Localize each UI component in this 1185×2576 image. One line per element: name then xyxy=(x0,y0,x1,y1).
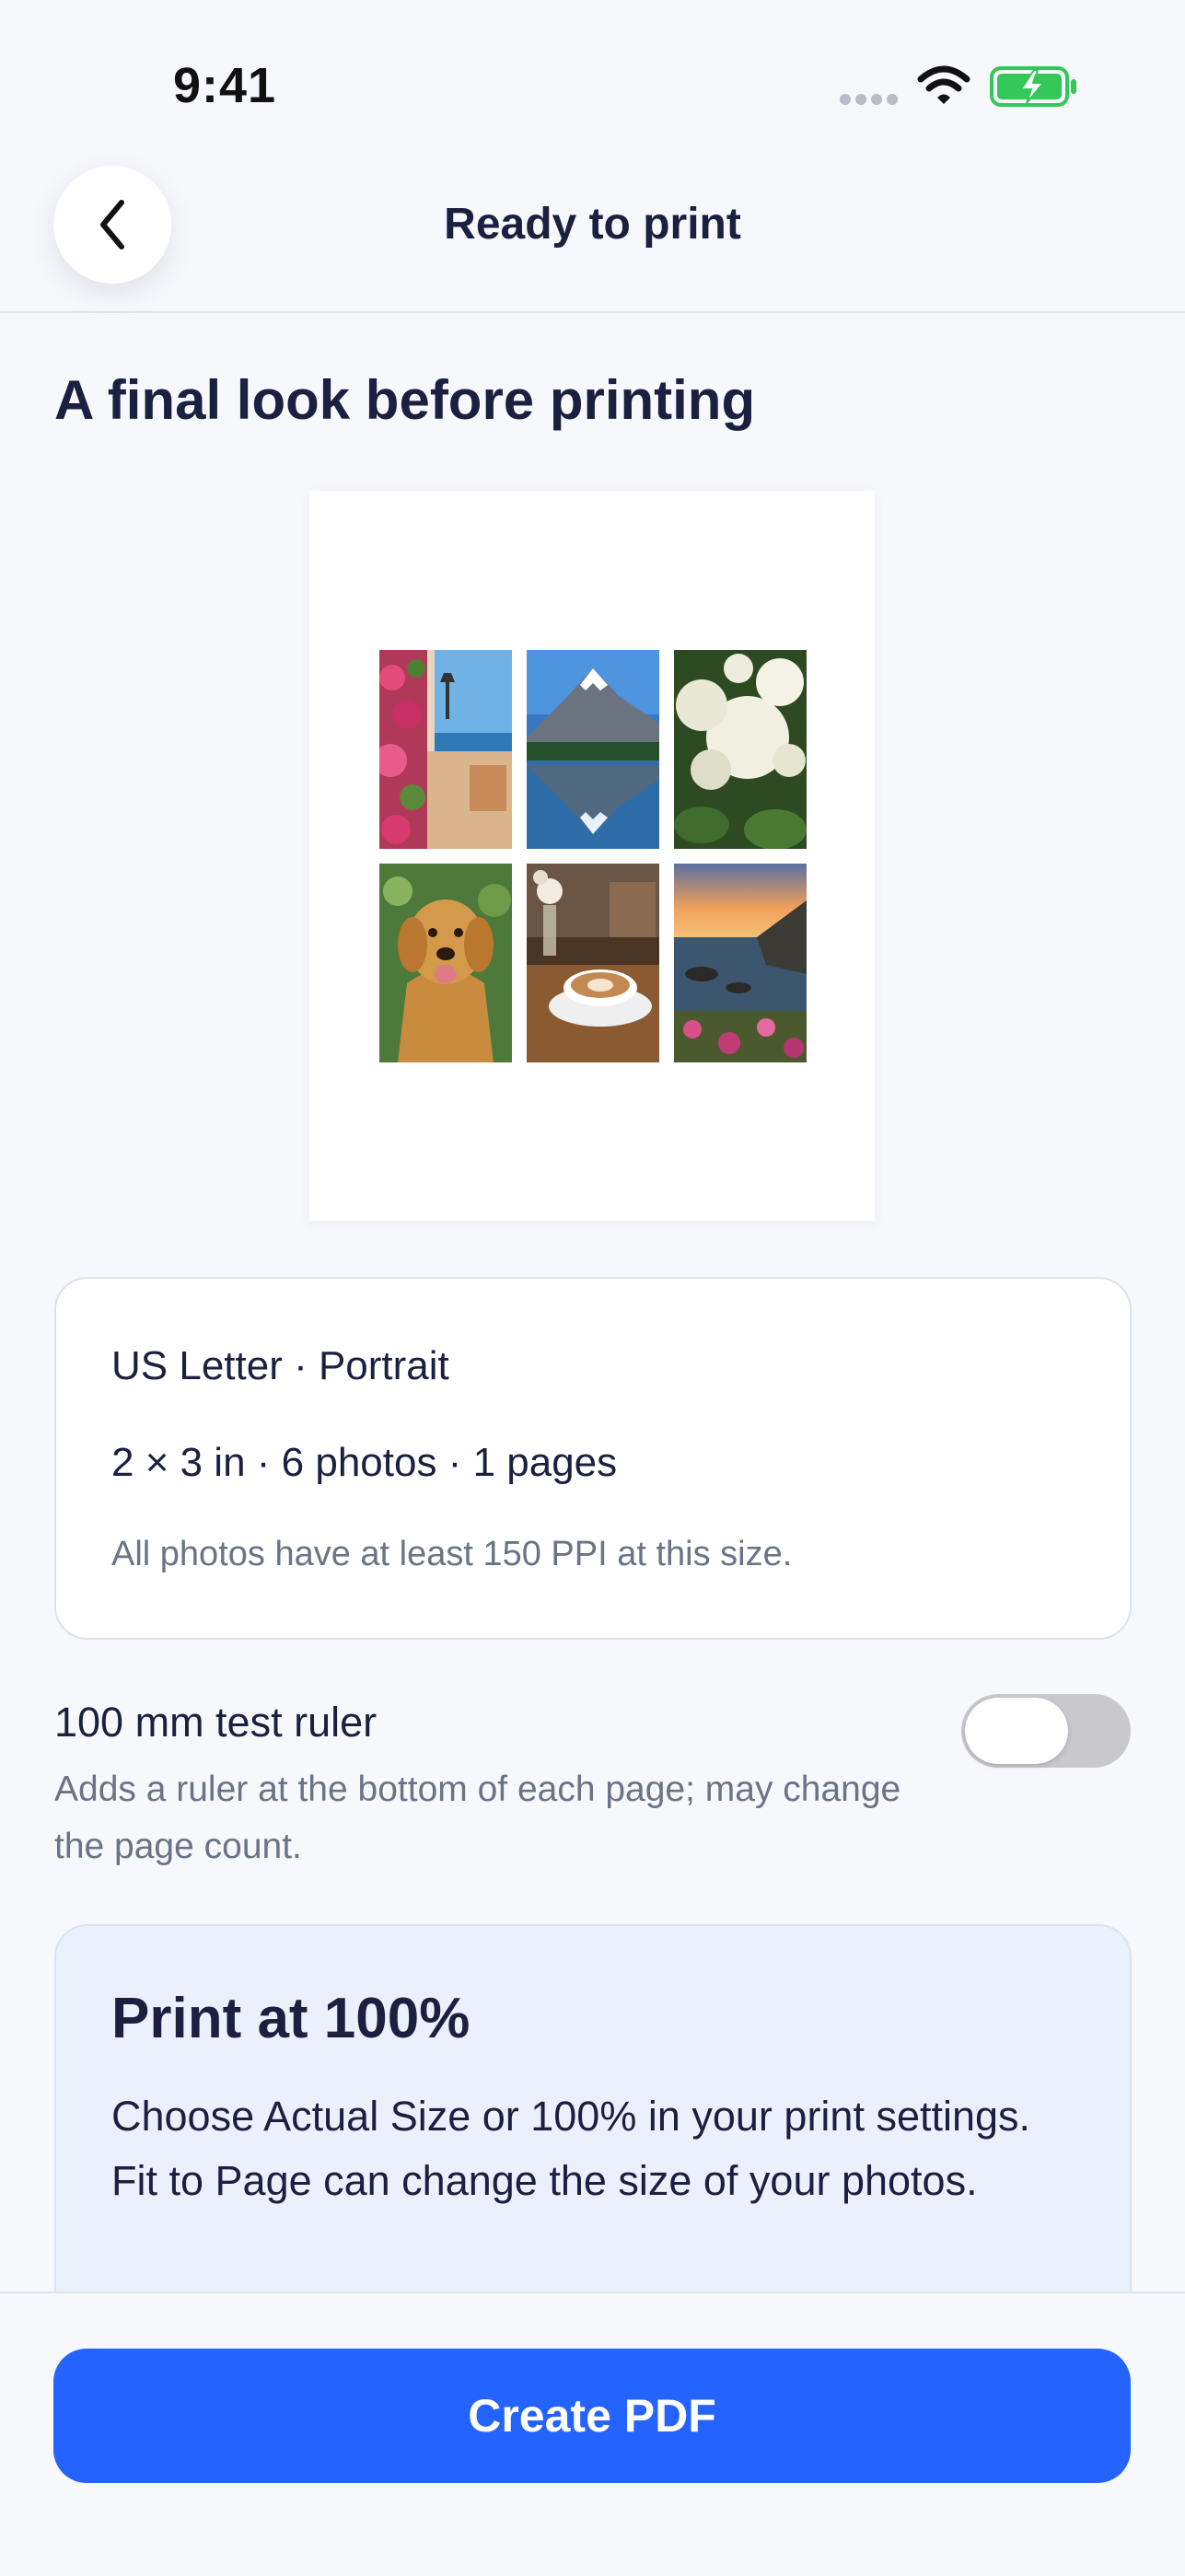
section-heading: A final look before printing xyxy=(54,369,756,431)
flowered-alley-photo xyxy=(379,650,512,849)
photo-grid xyxy=(379,650,807,1062)
navigation-bar: Ready to print xyxy=(0,157,1185,313)
latte-coffee-photo xyxy=(527,864,659,1062)
coastal-sunset-photo xyxy=(674,864,807,1062)
paper-size-text: US Letter · Portrait xyxy=(111,1343,449,1388)
print-tip-title: Print at 100% xyxy=(111,1987,471,2050)
wifi-icon xyxy=(917,65,970,104)
golden-retriever-photo xyxy=(379,864,512,1062)
test-ruler-toggle[interactable] xyxy=(961,1694,1131,1768)
page-title: Ready to print xyxy=(444,200,741,249)
mountain-lake-photo xyxy=(527,650,659,849)
print-summary-card: US Letter · Portrait 2 × 3 in · 6 photos… xyxy=(54,1277,1132,1640)
cellular-signal-icon xyxy=(840,94,899,107)
bottom-action-bar: Create PDF xyxy=(0,2292,1185,2576)
status-bar: 9:41 xyxy=(0,0,1185,157)
print-tip-body: Choose Actual Size or 100% in your print… xyxy=(111,2093,1031,2204)
create-pdf-button[interactable]: Create PDF xyxy=(53,2349,1131,2483)
page-preview xyxy=(309,491,875,1221)
resolution-note: All photos have at least 150 PPI at this… xyxy=(111,1535,793,1573)
test-ruler-description: Adds a ruler at the bottom of each page;… xyxy=(54,1770,901,1866)
photo-details-text: 2 × 3 in · 6 photos · 1 pages xyxy=(111,1440,618,1485)
status-time: 9:41 xyxy=(173,58,277,113)
battery-charging-icon xyxy=(990,66,1076,107)
white-hydrangea-photo xyxy=(674,650,807,849)
test-ruler-label: 100 mm test ruler xyxy=(54,1699,378,1746)
toggle-knob xyxy=(965,1698,1068,1764)
